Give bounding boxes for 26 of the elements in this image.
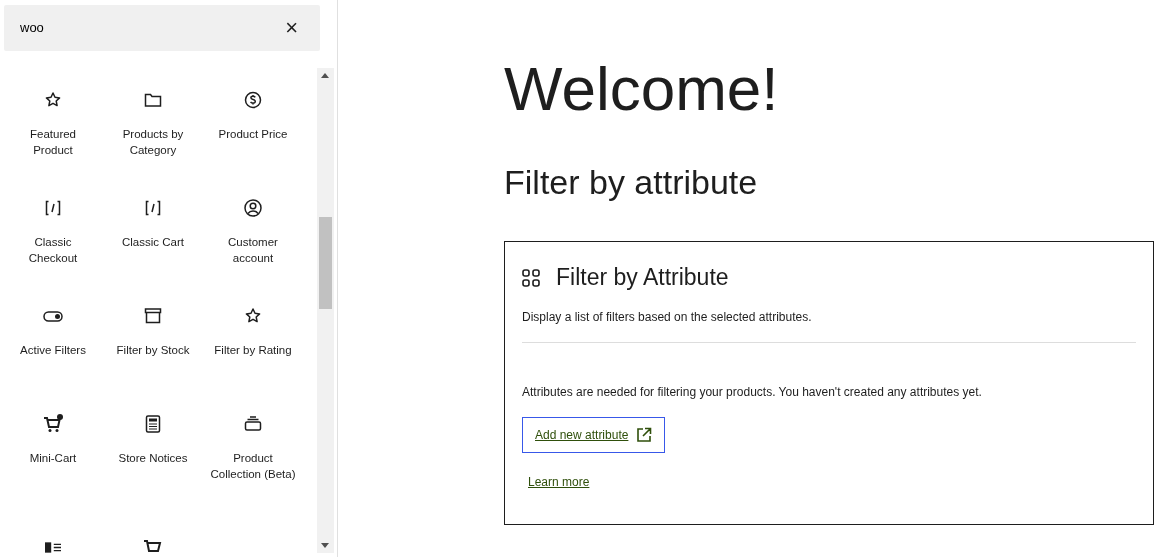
search-field[interactable]: woo × <box>4 5 320 51</box>
clear-search-button[interactable]: × <box>277 17 306 39</box>
block-item[interactable]: Classic Checkout <box>3 192 103 300</box>
block-item[interactable]: Filter by Stock <box>103 300 203 408</box>
block-item[interactable]: Store Notices <box>103 408 203 516</box>
add-attribute-button[interactable]: Add new attribute <box>522 416 666 453</box>
block-item[interactable]: Active Filters <box>3 300 103 408</box>
block-item[interactable]: Mini-Cart <box>3 408 103 516</box>
page-title: Welcome! <box>504 53 780 125</box>
block-item[interactable]: Customer account <box>203 192 303 300</box>
block-item[interactable]: Products by Category <box>103 84 203 192</box>
notice-text: Attributes are needed for filtering your products. You haven't created any attributes yet. <box>522 383 983 401</box>
block-title: Filter by Attribute <box>556 264 729 292</box>
scrollbar[interactable] <box>317 68 334 553</box>
block-item[interactable]: Filter by Rating <box>203 300 303 408</box>
block-item[interactable]: Classic Cart <box>103 192 203 300</box>
block-description: Display a list of filters based on the selected attributes. <box>522 308 813 326</box>
user-circle-icon <box>241 196 265 220</box>
grid-icon <box>522 269 540 287</box>
learn-more-link[interactable]: Learn more <box>528 474 590 489</box>
section-heading: Filter by attribute <box>504 162 759 204</box>
block-item[interactable]: Product Price <box>203 84 303 192</box>
external-link-icon <box>636 426 653 443</box>
block-item[interactable]: Featured Product <box>3 84 103 192</box>
block-item[interactable]: Product Collection (Beta) <box>203 408 303 532</box>
sidebar-list-icon <box>45 542 61 553</box>
